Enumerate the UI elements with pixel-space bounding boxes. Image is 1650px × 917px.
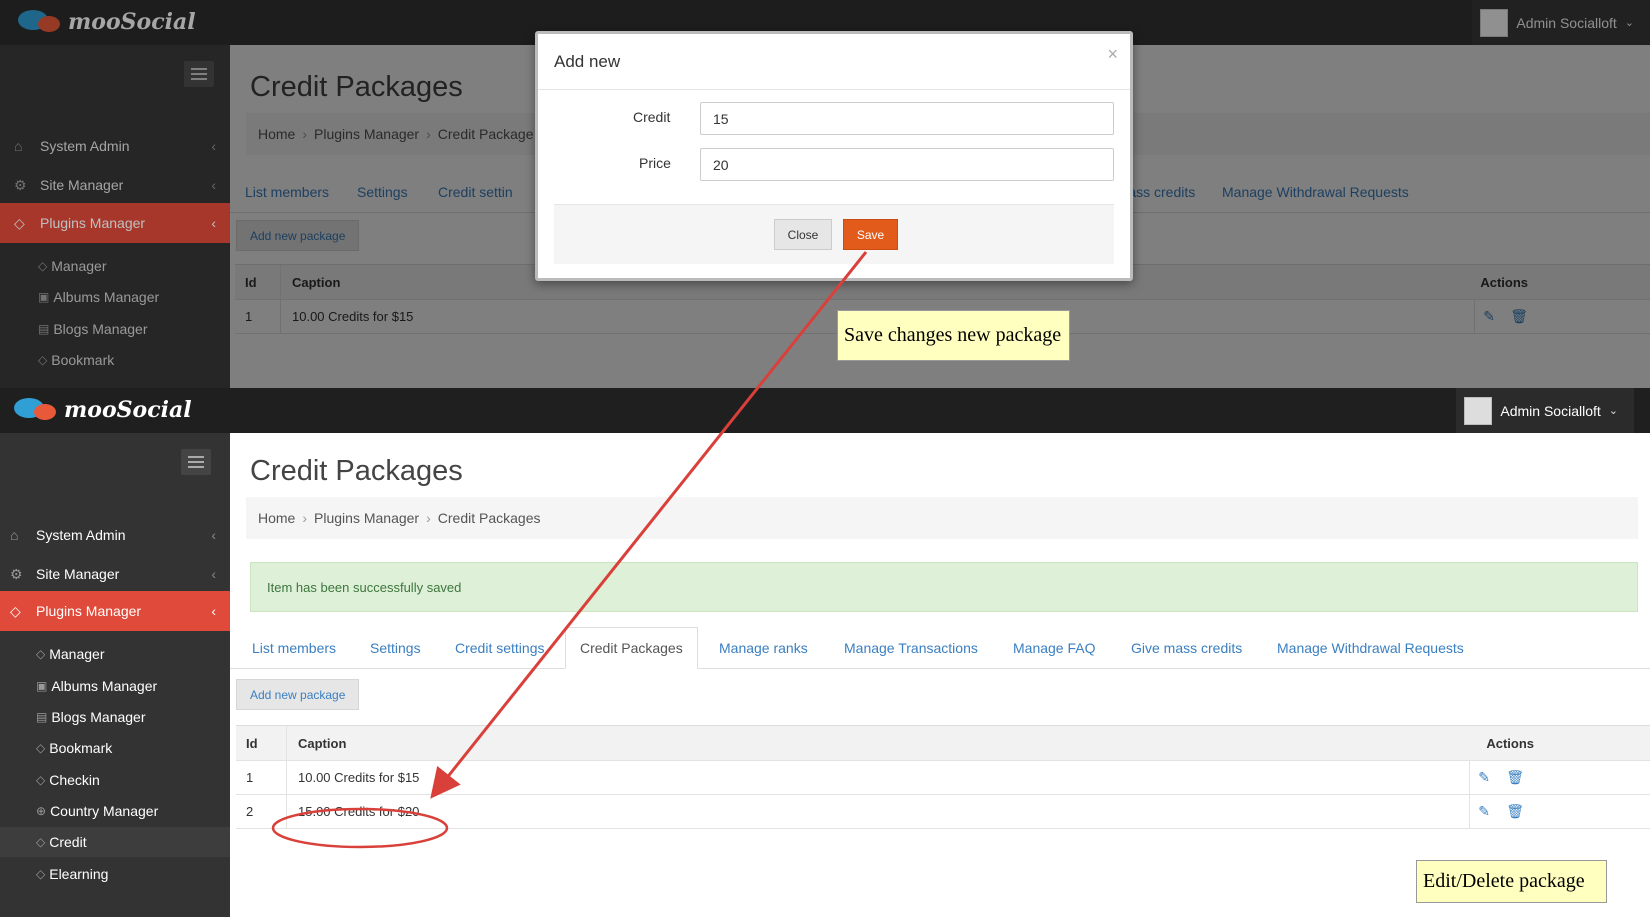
sidebar-item-plugins-manager[interactable]: ◇ Plugins Manager ‹ <box>0 591 230 631</box>
tab-credit-packages[interactable]: Credit Packages <box>565 627 698 669</box>
sidebar-subitem-blogs[interactable]: ▤ Blogs Manager <box>36 702 146 732</box>
sidebar-subitem-label: Checkin <box>49 772 100 788</box>
brand-logo[interactable]: mooSocial <box>14 396 192 424</box>
modal-title: Add new <box>554 52 621 71</box>
sidebar-subitem-checkin[interactable]: ◇ Checkin <box>36 765 100 795</box>
sidebar-subitem-bookmark[interactable]: ◇ Bookmark <box>36 733 112 763</box>
save-button[interactable]: Save <box>843 219 898 250</box>
tab-withdrawal-requests[interactable]: Manage Withdrawal Requests <box>1275 627 1466 669</box>
sidebar-subitem-elearning[interactable]: ◇ Elearning <box>36 859 108 889</box>
modal-header: Add new × <box>538 34 1130 90</box>
breadcrumb-separator: › <box>426 510 431 526</box>
page-title: Credit Packages <box>250 455 463 487</box>
close-button[interactable]: Close <box>774 219 832 250</box>
price-input[interactable] <box>700 148 1114 181</box>
edit-delete-callout: Edit/Delete package <box>1416 860 1607 903</box>
home-icon: ⌂ <box>10 527 19 543</box>
tag-icon: ◇ <box>36 867 46 881</box>
sidebar-subitem-label: Albums Manager <box>51 678 158 694</box>
save-changes-callout: Save changes new package <box>837 310 1070 361</box>
sidebar-subitem-credit[interactable]: ◇ Credit <box>0 827 230 857</box>
image-icon: ▣ <box>36 679 48 693</box>
chat-bubbles-icon <box>14 396 58 424</box>
col-actions: Actions <box>1486 735 1534 751</box>
cell-id: 2 <box>246 804 254 819</box>
edit-pencil-icon[interactable]: ✎ <box>1478 803 1490 820</box>
cell-caption: 15.00 Credits for $20 <box>298 804 420 819</box>
globe-icon: ⊕ <box>36 804 47 818</box>
sidebar-subitem-label: Country Manager <box>50 803 159 819</box>
modal-footer: Close Save <box>554 204 1114 264</box>
sidebar: ⌂ System Admin ‹ ⚙ Site Manager ‹ ◇ Plug… <box>0 433 230 917</box>
sidebar-subitem-manager[interactable]: ◇ Manager <box>36 639 105 669</box>
blog-icon: ▤ <box>36 710 48 724</box>
sidebar-subitem-country[interactable]: ⊕ Country Manager <box>36 796 158 826</box>
tab-give-mass-credits[interactable]: Give mass credits <box>1129 627 1244 669</box>
table-row: 1 10.00 Credits for $15 ✎ 🗑 <box>236 761 1650 795</box>
breadcrumb-home[interactable]: Home <box>258 510 295 526</box>
main-content: Credit Packages Home › Plugins Manager › C… <box>230 433 1650 917</box>
top-screenshot: mooSocial Admin Socialloft ⌄ ⌂ System Ad… <box>0 0 1650 388</box>
bottom-screenshot: mooSocial Admin Socialloft ⌄ ⌂ System Ad… <box>0 388 1650 917</box>
chevron-left-icon: ‹ <box>211 603 216 619</box>
chevron-down-icon: ⌄ <box>1608 405 1618 417</box>
add-new-package-button[interactable]: Add new package <box>236 679 360 710</box>
hamburger-menu-icon[interactable] <box>181 449 211 475</box>
sidebar-item-system-admin[interactable]: ⌂ System Admin ‹ <box>0 515 230 555</box>
close-icon[interactable]: × <box>1107 44 1118 65</box>
breadcrumb-plugins[interactable]: Plugins Manager <box>314 510 419 526</box>
breadcrumb: Home › Plugins Manager › Credit Packages <box>246 497 1638 539</box>
modal-backdrop <box>0 45 230 388</box>
tab-manage-transactions[interactable]: Manage Transactions <box>842 627 980 669</box>
chevron-left-icon: ‹ <box>211 527 216 543</box>
tag-icon: ◇ <box>36 835 46 849</box>
sidebar-subitem-label: Manager <box>49 646 105 662</box>
trash-icon[interactable]: 🗑 <box>1506 803 1524 820</box>
credit-label: Credit <box>633 109 671 125</box>
sidebar-subitem-label: Elearning <box>49 866 109 882</box>
tab-manage-faq[interactable]: Manage FAQ <box>1011 627 1098 669</box>
success-alert: Item has been successfully saved <box>250 562 1638 612</box>
tag-icon: ◇ <box>10 602 21 619</box>
cell-id: 1 <box>246 770 254 785</box>
sidebar-subitem-label: Bookmark <box>49 740 113 756</box>
tab-list-members[interactable]: List members <box>250 627 338 669</box>
user-name: Admin Socialloft <box>1500 402 1601 419</box>
user-menu[interactable]: Admin Socialloft ⌄ <box>1456 388 1634 433</box>
sidebar-item-label: Plugins Manager <box>36 603 142 619</box>
cell-caption: 10.00 Credits for $15 <box>298 770 420 785</box>
col-caption: Caption <box>298 735 347 751</box>
price-label: Price <box>639 155 671 171</box>
add-new-modal: Add new × Credit Price Close Save <box>535 31 1133 281</box>
breadcrumb-separator: › <box>302 510 308 526</box>
credit-input[interactable] <box>700 102 1114 135</box>
tab-credit-settings[interactable]: Credit settings <box>453 627 546 669</box>
sidebar-item-label: Site Manager <box>36 566 120 582</box>
brand-name: mooSocial <box>64 397 192 423</box>
edit-pencil-icon[interactable]: ✎ <box>1478 769 1490 786</box>
top-navbar: mooSocial Admin Socialloft ⌄ <box>0 388 1650 433</box>
tab-manage-ranks[interactable]: Manage ranks <box>717 627 810 669</box>
sidebar-item-label: System Admin <box>36 527 126 543</box>
tag-icon: ◇ <box>36 741 46 755</box>
sidebar-subitem-albums[interactable]: ▣ Albums Manager <box>36 671 157 701</box>
sidebar-item-site-manager[interactable]: ⚙ Site Manager ‹ <box>0 554 230 594</box>
trash-icon[interactable]: 🗑 <box>1506 769 1524 786</box>
chevron-left-icon: ‹ <box>211 566 216 582</box>
tag-icon: ◇ <box>36 773 46 787</box>
packages-table: Id Caption Actions 1 10.00 Credits for $… <box>236 725 1650 829</box>
sidebar-subitem-label: Credit <box>49 834 87 850</box>
tag-icon: ◇ <box>36 647 46 661</box>
sidebar-subitem-label: Blogs Manager <box>51 709 146 725</box>
gears-icon: ⚙ <box>10 565 23 582</box>
table-header: Id Caption Actions <box>236 725 1650 761</box>
tab-settings[interactable]: Settings <box>368 627 423 669</box>
breadcrumb-current: Credit Packages <box>437 510 541 526</box>
col-id: Id <box>246 735 258 751</box>
avatar <box>1464 396 1493 425</box>
tab-bar: List members Settings Credit settings Cr… <box>230 627 1650 669</box>
table-row: 2 15.00 Credits for $20 ✎ 🗑 <box>236 795 1650 829</box>
